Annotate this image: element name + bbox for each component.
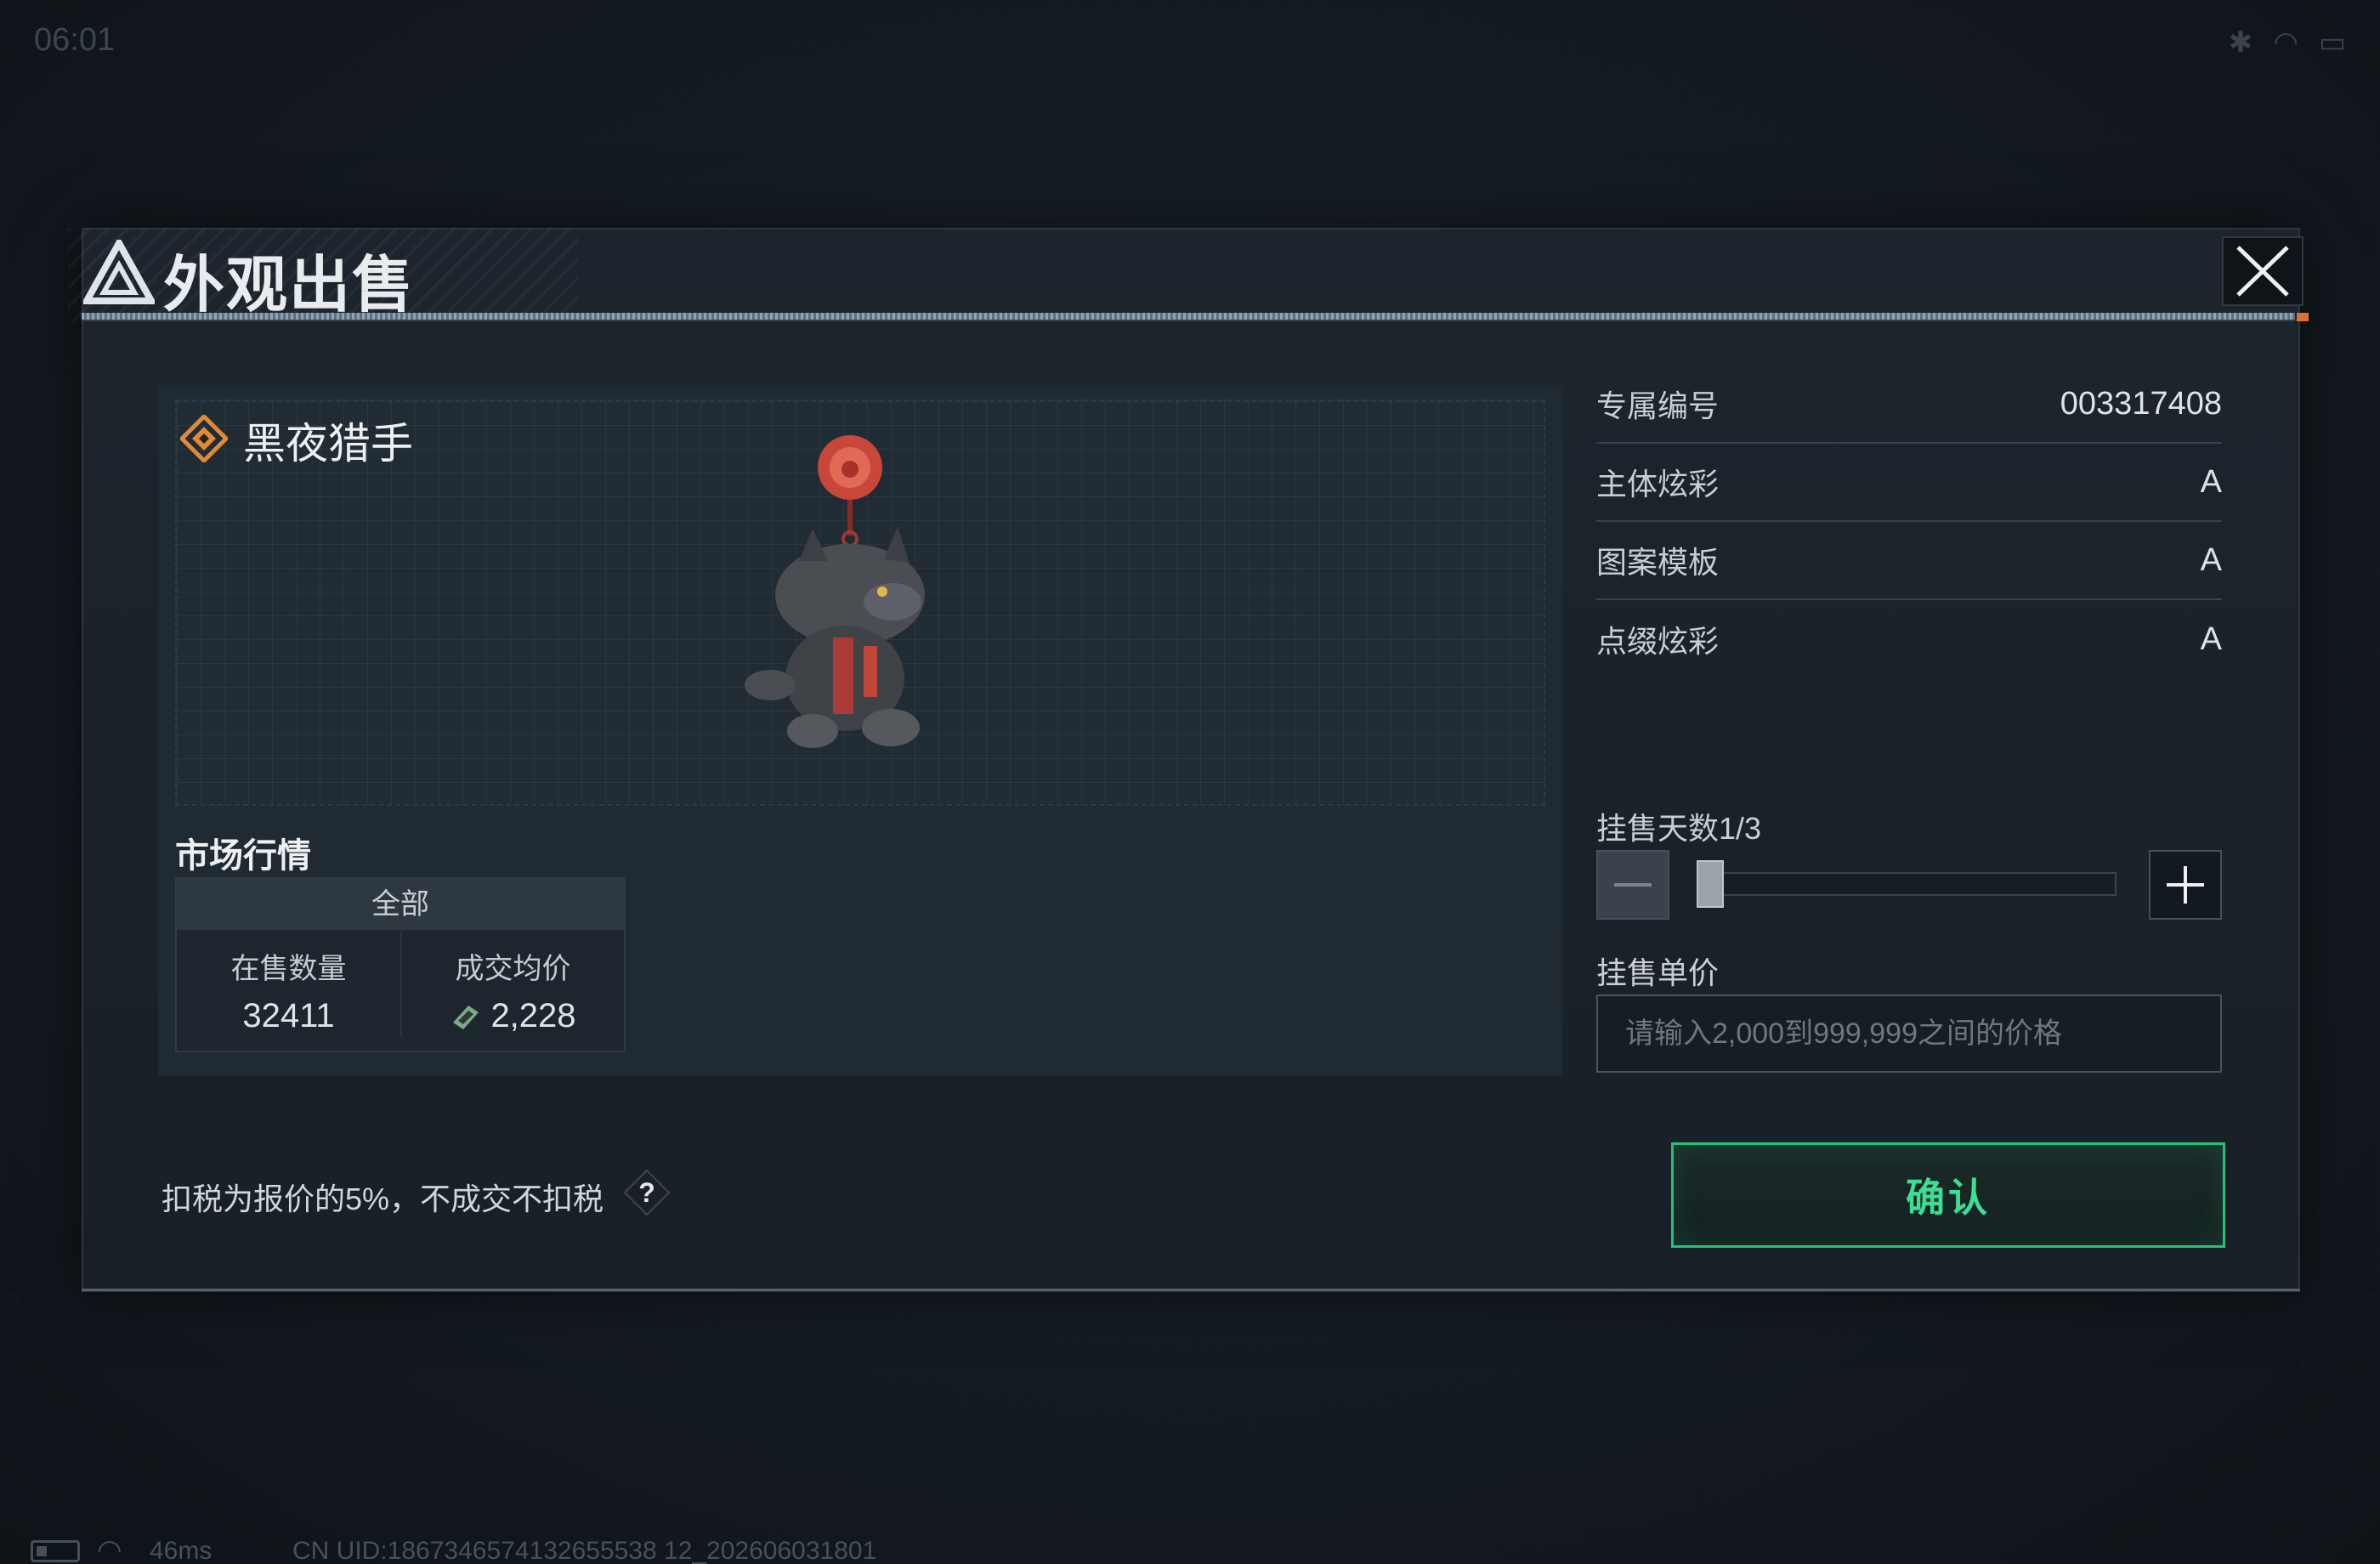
- triangle-logo-icon: [83, 240, 155, 304]
- on-sale-value-wrap: 32411: [177, 997, 400, 1035]
- attribute-label: 图案模板: [1596, 545, 1720, 580]
- market-avg-price: 成交均价 2,228: [400, 932, 624, 1037]
- uid-text: CN UID:1867346574132655538 12_2026060318…: [292, 1537, 877, 1564]
- dialog-bottom-divider: [82, 1289, 2300, 1291]
- days-decrease-button[interactable]: [1596, 850, 1669, 920]
- attribute-value: A: [2200, 541, 2222, 578]
- days-increase-button[interactable]: [2149, 850, 2222, 920]
- attribute-value: A: [2200, 463, 2222, 500]
- avg-price-value-wrap: 2,228: [402, 997, 624, 1035]
- title-underline: [82, 313, 2295, 321]
- price-label: 挂售单价: [1596, 955, 1720, 990]
- title-underline-accent: [2297, 313, 2309, 321]
- on-sale-value: 32411: [242, 997, 335, 1034]
- plus-icon: [2167, 866, 2204, 904]
- diamond-rarity-icon: [180, 415, 228, 462]
- attribute-row: 主体炫彩 A: [1596, 444, 2222, 522]
- listing-days-label: 挂售天数1/3: [1596, 811, 1762, 846]
- item-name: 黑夜猎手: [243, 420, 413, 468]
- wifi-icon: ◠: [97, 1534, 122, 1564]
- avg-price-value: 2,228: [490, 997, 576, 1034]
- footer-bar: ◠ 46ms CN UID:1867346574132655538 12_202…: [0, 1530, 2380, 1564]
- battery-icon: ▭: [2318, 26, 2346, 59]
- market-on-sale: 在售数量 32411: [177, 945, 400, 1035]
- days-slider-track[interactable]: [1700, 872, 2116, 896]
- attribute-value: A: [2200, 620, 2222, 657]
- ping-text: 46ms: [150, 1537, 212, 1564]
- days-slider-thumb[interactable]: [1697, 860, 1724, 908]
- market-tab-all[interactable]: 全部: [177, 879, 624, 930]
- attribute-label: 点缀炫彩: [1596, 624, 1720, 659]
- close-button[interactable]: [2222, 236, 2304, 306]
- attribute-label: 专属编号: [1596, 388, 1720, 423]
- market-title: 市场行情: [175, 837, 311, 875]
- dialog-title: 外观出售: [163, 252, 416, 320]
- attribute-list: 专属编号 003317408 主体炫彩 A 图案模板 A 点缀炫彩 A: [1596, 366, 2222, 678]
- attribute-row: 点缀炫彩 A: [1596, 600, 2222, 678]
- attribute-label: 主体炫彩: [1596, 467, 1720, 502]
- battery-icon: [31, 1540, 80, 1562]
- help-icon[interactable]: ?: [622, 1168, 672, 1217]
- avg-price-label: 成交均价: [455, 953, 571, 985]
- close-icon: [2236, 246, 2289, 297]
- bluetooth-icon: ✱: [2228, 26, 2253, 59]
- wolf-charm-image: [745, 435, 925, 748]
- market-table: 全部 在售数量 32411 成交均价 2,228: [175, 877, 626, 1052]
- attribute-value: 003317408: [2060, 385, 2222, 422]
- dialog-title-bar: 外观出售: [68, 228, 2309, 321]
- currency-icon: [453, 1005, 479, 1029]
- minus-icon: [1614, 883, 1652, 887]
- status-icons: ✱ ◠ ▭: [2229, 26, 2346, 60]
- tax-note: 扣税为报价的5%，不成交不扣税: [162, 1182, 604, 1216]
- confirm-button[interactable]: 确认: [1671, 1142, 2225, 1248]
- help-symbol: ?: [638, 1177, 655, 1208]
- attribute-row: 专属编号 003317408: [1596, 366, 2222, 444]
- wifi-icon: ◠: [2273, 26, 2298, 59]
- on-sale-label: 在售数量: [230, 953, 347, 985]
- status-bar: 06:01 ✱ ◠ ▭: [0, 0, 2380, 85]
- price-input[interactable]: [1596, 994, 2222, 1073]
- attribute-row: 图案模板 A: [1596, 522, 2222, 600]
- status-time: 06:01: [34, 22, 116, 58]
